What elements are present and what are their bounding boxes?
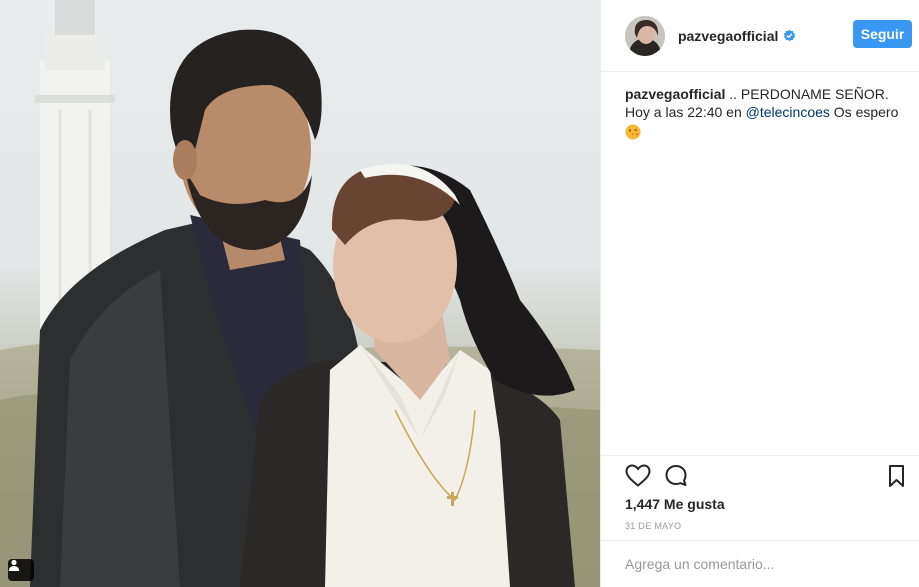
user-tag-icon xyxy=(8,559,20,571)
avatar-image xyxy=(625,15,665,56)
post-photo[interactable] xyxy=(0,0,600,587)
post-header: pazvegaofficial Seguir xyxy=(601,0,919,72)
likes-count[interactable]: 1,447 Me gusta xyxy=(625,496,725,512)
verified-badge-icon xyxy=(784,29,796,42)
follow-button[interactable]: Seguir xyxy=(853,20,912,48)
header-username[interactable]: pazvegaofficial xyxy=(678,28,778,44)
caption-text-1: .. PERDONAME SEÑOR. xyxy=(725,86,889,102)
avatar[interactable] xyxy=(625,15,665,56)
comment-box xyxy=(601,540,919,587)
kiss-emoji-icon xyxy=(625,124,641,140)
heart-icon[interactable] xyxy=(625,464,651,488)
caption-username[interactable]: pazvegaofficial xyxy=(625,86,725,102)
instagram-post: pazvegaofficial Seguir pazvegaofficial .… xyxy=(0,0,919,587)
photo-illustration xyxy=(0,0,600,587)
caption: pazvegaofficial .. PERDONAME SEÑOR. Hoy … xyxy=(625,85,910,144)
caption-text-3: Os espero xyxy=(829,104,899,120)
actions-bar xyxy=(601,455,919,493)
post-date[interactable]: 31 DE MAYO xyxy=(625,521,681,531)
comment-icon[interactable] xyxy=(664,464,690,488)
caption-mention[interactable]: @telecincoes xyxy=(746,104,830,120)
user-tag-button[interactable] xyxy=(8,559,34,581)
post-side-panel: pazvegaofficial Seguir pazvegaofficial .… xyxy=(600,0,919,587)
caption-text-2: Hoy a las 22:40 en xyxy=(625,104,746,120)
bookmark-icon[interactable] xyxy=(884,464,910,488)
comment-input[interactable] xyxy=(625,553,895,575)
